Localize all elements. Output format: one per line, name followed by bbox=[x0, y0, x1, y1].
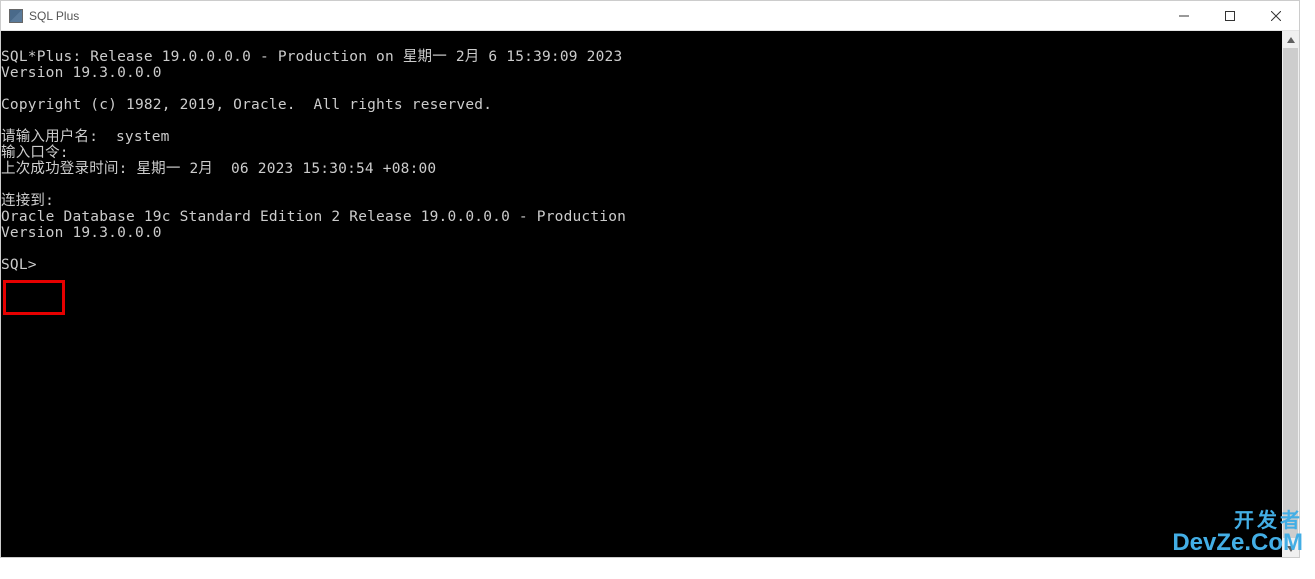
vertical-scrollbar[interactable] bbox=[1282, 31, 1299, 557]
terminal-line: Copyright (c) 1982, 2019, Oracle. All ri… bbox=[1, 97, 1282, 113]
terminal-line: Version 19.3.0.0.0 bbox=[1, 225, 1282, 241]
maximize-button[interactable] bbox=[1207, 1, 1253, 31]
terminal-line: Oracle Database 19c Standard Edition 2 R… bbox=[1, 209, 1282, 225]
scroll-thumb[interactable] bbox=[1283, 48, 1298, 538]
window-controls bbox=[1161, 1, 1299, 31]
terminal-wrap: SQL*Plus: Release 19.0.0.0.0 - Productio… bbox=[1, 31, 1299, 557]
app-icon bbox=[9, 9, 23, 23]
terminal-line: Version 19.3.0.0.0 bbox=[1, 65, 1282, 81]
terminal-line: 输入口令: bbox=[1, 145, 1282, 161]
close-button[interactable] bbox=[1253, 1, 1299, 31]
scroll-down-icon[interactable] bbox=[1282, 540, 1299, 557]
terminal-line: 连接到: bbox=[1, 193, 1282, 209]
minimize-button[interactable] bbox=[1161, 1, 1207, 31]
titlebar-left: SQL Plus bbox=[9, 9, 79, 23]
titlebar: SQL Plus bbox=[1, 1, 1299, 31]
terminal-line bbox=[1, 81, 1282, 97]
terminal-line: 请输入用户名: system bbox=[1, 129, 1282, 145]
terminal-line bbox=[1, 241, 1282, 257]
sql-plus-window: SQL Plus SQL*Plus: Release 19.0.0.0.0 - … bbox=[0, 0, 1300, 558]
window-title: SQL Plus bbox=[29, 9, 79, 23]
terminal-line: SQL> bbox=[1, 257, 1282, 273]
terminal-line bbox=[1, 33, 1282, 49]
terminal-line: SQL*Plus: Release 19.0.0.0.0 - Productio… bbox=[1, 49, 1282, 65]
scroll-up-icon[interactable] bbox=[1282, 31, 1299, 48]
terminal-line: 上次成功登录时间: 星期一 2月 06 2023 15:30:54 +08:00 bbox=[1, 161, 1282, 177]
terminal-line bbox=[1, 177, 1282, 193]
terminal-output[interactable]: SQL*Plus: Release 19.0.0.0.0 - Productio… bbox=[1, 31, 1282, 557]
terminal-line bbox=[1, 113, 1282, 129]
